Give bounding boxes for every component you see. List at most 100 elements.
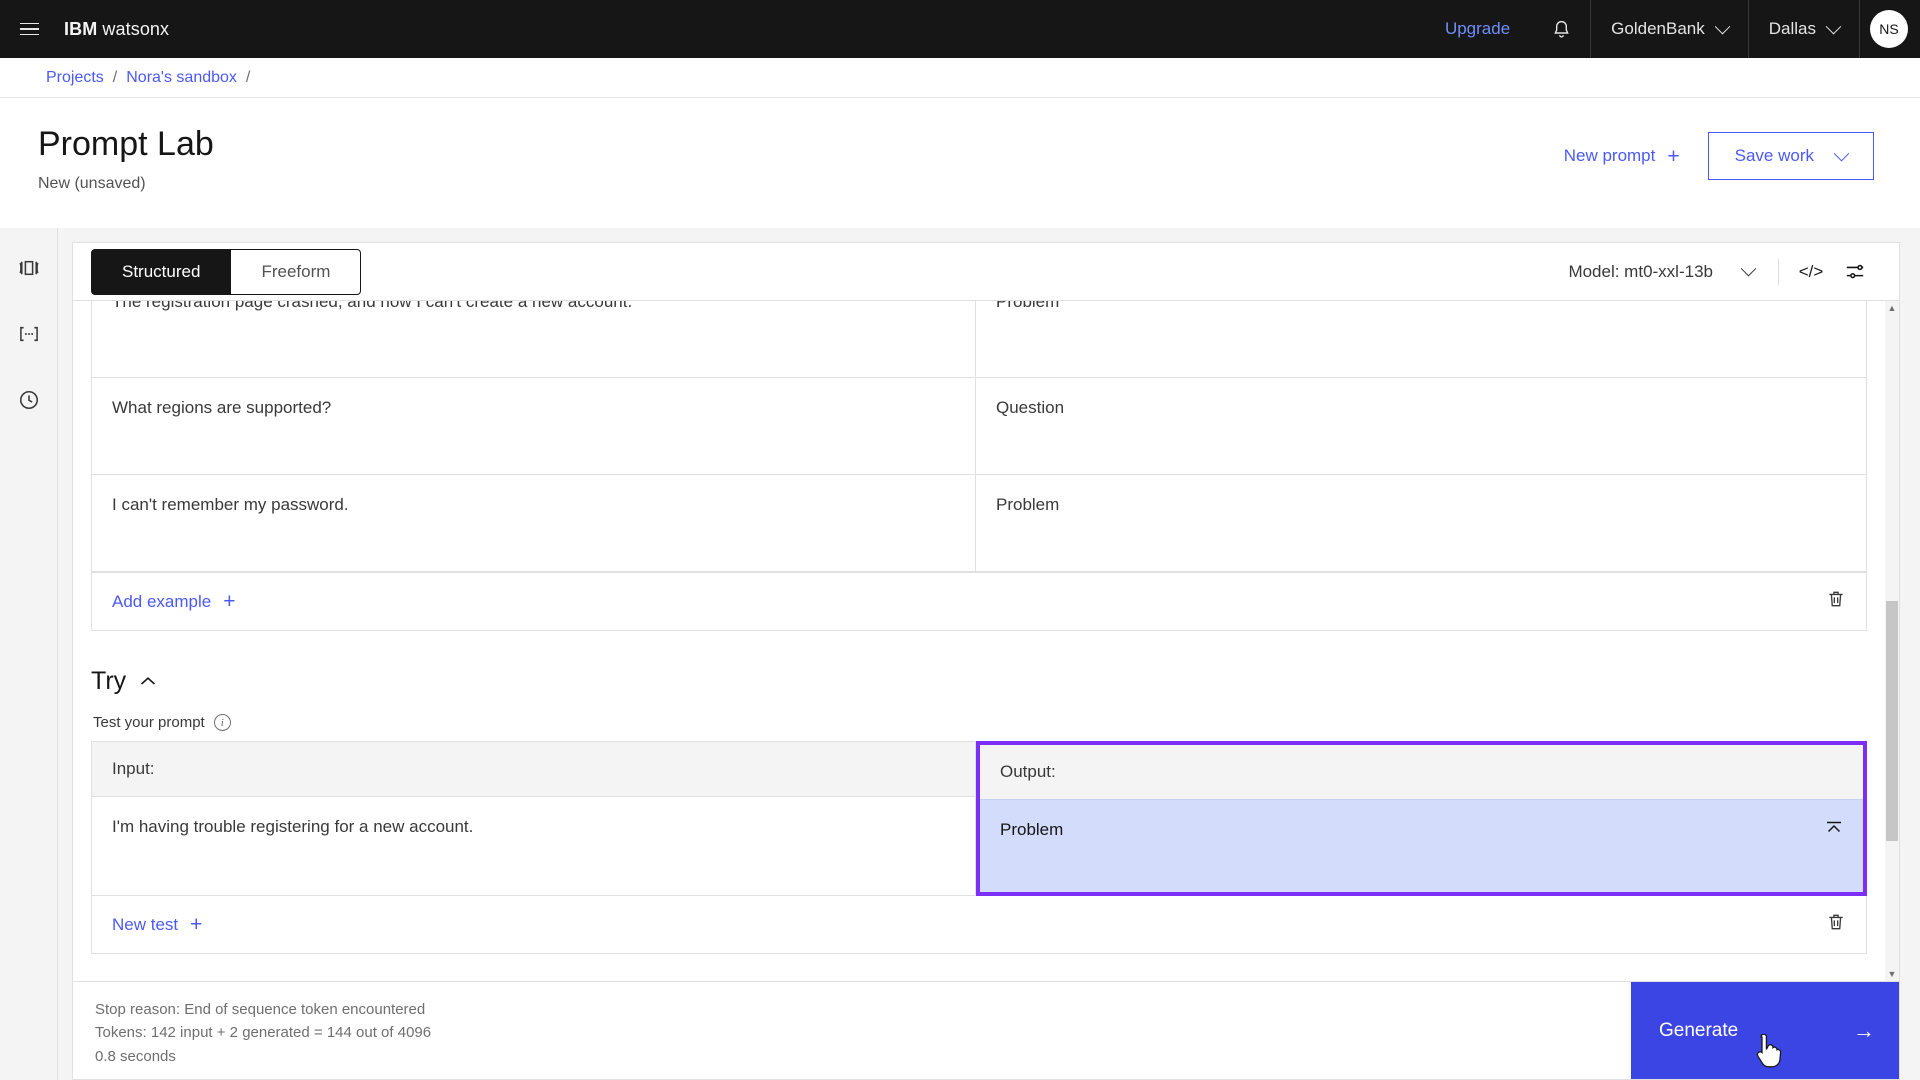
example-input-cell[interactable]: What regions are supported? xyxy=(92,378,976,474)
account-name: GoldenBank xyxy=(1611,19,1705,38)
brand-ibm-text: IBM xyxy=(64,18,98,39)
tokens-text: Tokens: 142 input + 2 generated = 144 ou… xyxy=(95,1024,432,1042)
example-output-cell[interactable]: Question xyxy=(976,378,1866,474)
hamburger-menu-icon[interactable] xyxy=(0,0,58,58)
page-actions: New prompt + Save work xyxy=(1564,126,1874,180)
generate-button[interactable]: Generate → xyxy=(1631,982,1899,1079)
example-input-text: The registration page crashed, and now I… xyxy=(112,301,633,311)
test-output-column: Output: Problem xyxy=(976,741,1867,896)
new-test-row: New test + xyxy=(92,895,1866,953)
bell-icon[interactable] xyxy=(1532,0,1590,58)
test-output-header: Output: xyxy=(980,745,1863,800)
chevron-up-icon[interactable] xyxy=(140,676,156,687)
code-view-icon[interactable]: </> xyxy=(1789,252,1833,292)
new-test-label: New test xyxy=(112,914,179,934)
avatar[interactable]: NS xyxy=(1870,10,1908,48)
breadcrumb-item-projects[interactable]: Projects xyxy=(46,69,104,87)
prompt-toolbar: Structured Freeform Model: mt0-xxl-13b <… xyxy=(73,243,1899,301)
example-input-cell[interactable]: I can't remember my password. xyxy=(92,475,976,571)
example-output-text: Problem xyxy=(996,301,1060,311)
example-input-cell[interactable]: The registration page crashed, and now I… xyxy=(92,301,976,377)
save-work-button[interactable]: Save work xyxy=(1707,132,1874,180)
page-title-block: Prompt Lab New (unsaved) xyxy=(38,125,214,193)
example-input-text: I can't remember my password. xyxy=(112,495,349,514)
model-parameters-icon[interactable] xyxy=(1833,252,1877,292)
new-prompt-button[interactable]: New prompt + xyxy=(1564,146,1680,167)
chevron-down-icon xyxy=(1714,18,1731,34)
model-label: Model: mt0-xxl-13b xyxy=(1568,261,1713,281)
prompt-body: The registration page crashed, and now I… xyxy=(73,301,1899,981)
session-panel-icon[interactable] xyxy=(11,250,47,286)
test-input-header: Input: xyxy=(92,742,975,797)
example-output-cell[interactable]: Problem xyxy=(976,475,1866,571)
workspace: Structured Freeform Model: mt0-xxl-13b <… xyxy=(0,228,1920,1080)
tab-freeform[interactable]: Freeform xyxy=(230,248,362,295)
chevron-down-icon xyxy=(1740,260,1757,277)
scroll-area: The registration page crashed, and now I… xyxy=(73,301,1885,981)
model-selector[interactable]: Model: mt0-xxl-13b xyxy=(1554,254,1768,290)
stop-reason-text: Stop reason: End of sequence token encou… xyxy=(95,1001,426,1018)
tab-structured[interactable]: Structured xyxy=(91,248,231,295)
info-icon[interactable]: i xyxy=(213,714,231,731)
test-table: Input: I'm having trouble registering fo… xyxy=(91,741,1867,954)
history-clock-icon[interactable] xyxy=(11,382,47,418)
try-title: Try xyxy=(91,667,127,695)
test-prompt-label: Test your prompt xyxy=(93,714,205,731)
scrollbar-thumb[interactable] xyxy=(1886,601,1898,841)
page-header: Prompt Lab New (unsaved) New prompt + Sa… xyxy=(0,98,1920,216)
brand-product-text: watsonx xyxy=(102,18,170,39)
examples-table: The registration page crashed, and now I… xyxy=(91,301,1867,631)
header-actions: Upgrade GoldenBank Dallas NS xyxy=(1423,0,1920,58)
test-input-field[interactable]: I'm having trouble registering for a new… xyxy=(92,797,975,889)
account-selector[interactable]: GoldenBank xyxy=(1591,0,1748,58)
plus-icon: + xyxy=(1667,144,1680,168)
chevron-down-icon xyxy=(1833,145,1850,161)
breadcrumb-item-sandbox[interactable]: Nora's sandbox xyxy=(126,69,237,87)
test-columns: Input: I'm having trouble registering fo… xyxy=(92,741,1867,896)
delete-examples-icon[interactable] xyxy=(1826,589,1846,614)
generation-stats: Stop reason: End of sequence token encou… xyxy=(73,982,431,1079)
example-output-text: Problem xyxy=(996,495,1060,514)
try-section: Try Test your prompt i Input: I'm having… xyxy=(73,631,1885,954)
test-output-field[interactable]: Problem xyxy=(980,800,1863,892)
test-prompt-label-row: Test your prompt i xyxy=(93,714,1867,731)
mouse-cursor xyxy=(1755,1033,1785,1078)
prompt-variables-icon[interactable] xyxy=(11,316,47,352)
duration-text: 0.8 seconds xyxy=(95,1047,176,1065)
generate-label: Generate xyxy=(1659,1019,1739,1041)
upgrade-link[interactable]: Upgrade xyxy=(1423,19,1532,39)
table-row[interactable]: I can't remember my password. Problem xyxy=(92,475,1866,572)
breadcrumb-separator: / xyxy=(112,68,118,86)
table-row[interactable]: The registration page crashed, and now I… xyxy=(92,301,1866,378)
scroll-up-arrow[interactable]: ▲ xyxy=(1885,301,1899,315)
save-work-label: Save work xyxy=(1734,146,1814,165)
toolbar-divider xyxy=(1778,258,1779,285)
chevron-down-icon xyxy=(1825,18,1842,34)
delete-test-icon[interactable] xyxy=(1826,912,1846,937)
toolbar-right-actions: Model: mt0-xxl-13b </> xyxy=(1554,252,1877,292)
add-example-label: Add example xyxy=(112,591,212,611)
breadcrumb: Projects / Nora's sandbox / xyxy=(0,58,1920,98)
page-subtitle: New (unsaved) xyxy=(38,175,146,193)
table-row[interactable]: What regions are supported? Question xyxy=(92,378,1866,475)
generation-footer: Stop reason: End of sequence token encou… xyxy=(73,981,1899,1079)
example-output-cell[interactable]: Problem xyxy=(976,301,1866,377)
new-test-button[interactable]: New test + xyxy=(112,914,202,935)
app-header: IBM watsonx Upgrade GoldenBank Dallas NS xyxy=(0,0,1920,58)
add-example-row: Add example + xyxy=(92,572,1866,630)
vertical-scrollbar[interactable]: ▲ ▼ xyxy=(1885,301,1899,981)
example-output-text: Question xyxy=(996,398,1065,417)
region-name: Dallas xyxy=(1768,19,1816,38)
test-input-column: Input: I'm having trouble registering fo… xyxy=(92,742,976,895)
brand-logo: IBM watsonx xyxy=(64,19,169,40)
mode-tabs: Structured Freeform xyxy=(91,248,362,295)
add-example-button[interactable]: Add example + xyxy=(112,591,236,612)
region-selector[interactable]: Dallas xyxy=(1749,0,1859,58)
test-output-text: Problem xyxy=(1000,820,1064,839)
collapse-up-icon[interactable] xyxy=(1825,820,1843,840)
scroll-down-arrow[interactable]: ▼ xyxy=(1885,967,1899,981)
new-prompt-label: New prompt xyxy=(1563,146,1656,165)
example-input-text: What regions are supported? xyxy=(112,398,332,417)
plus-icon: + xyxy=(223,590,236,613)
page-title: Prompt Lab xyxy=(38,125,214,163)
